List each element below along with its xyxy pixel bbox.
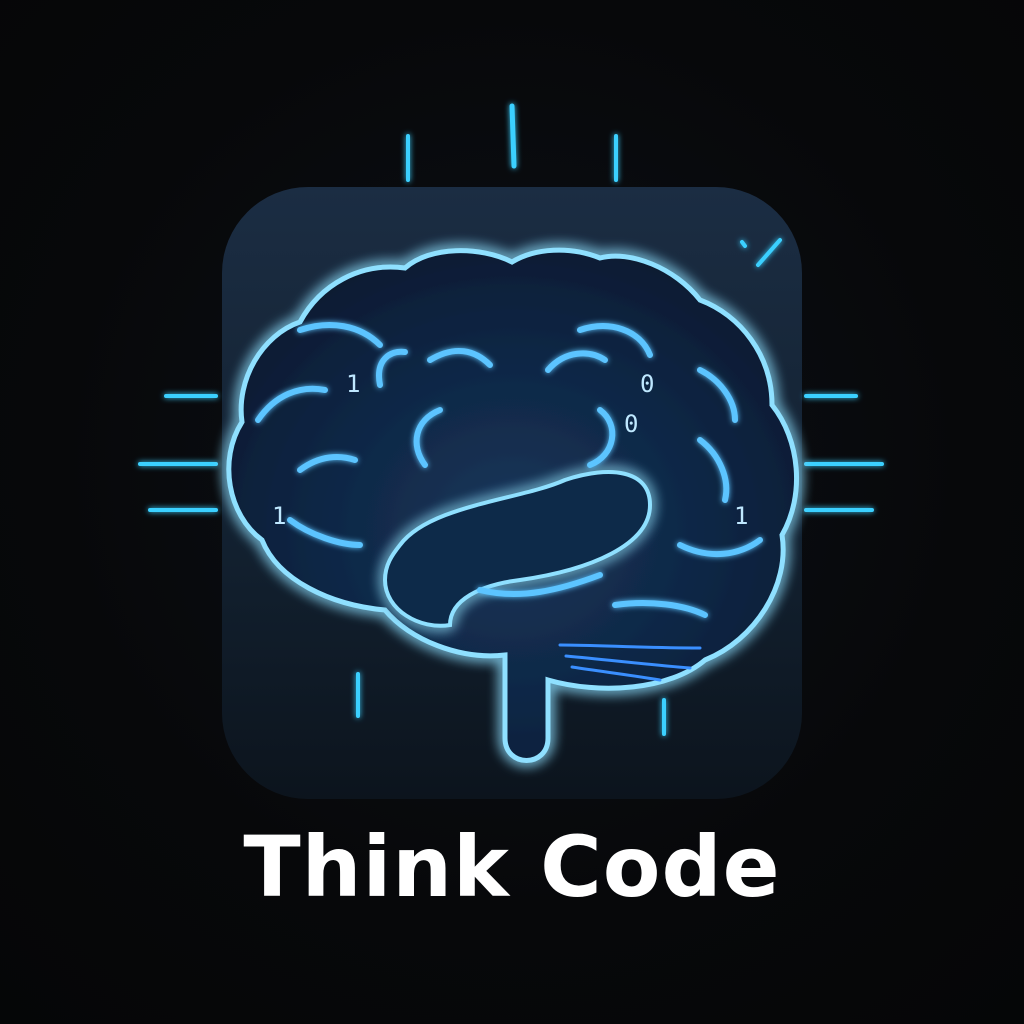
brand-wordmark: Think Code — [243, 818, 781, 916]
logo-canvas: 1 0 0 1 1 Think Code — [0, 0, 1024, 1024]
binary-digit: 1 — [346, 370, 360, 398]
binary-digit: 0 — [640, 370, 654, 398]
binary-digit: 0 — [624, 410, 638, 438]
binary-digit: 1 — [734, 502, 748, 530]
brain-logo-art: 1 0 0 1 1 — [138, 103, 884, 799]
binary-digit: 1 — [272, 502, 286, 530]
